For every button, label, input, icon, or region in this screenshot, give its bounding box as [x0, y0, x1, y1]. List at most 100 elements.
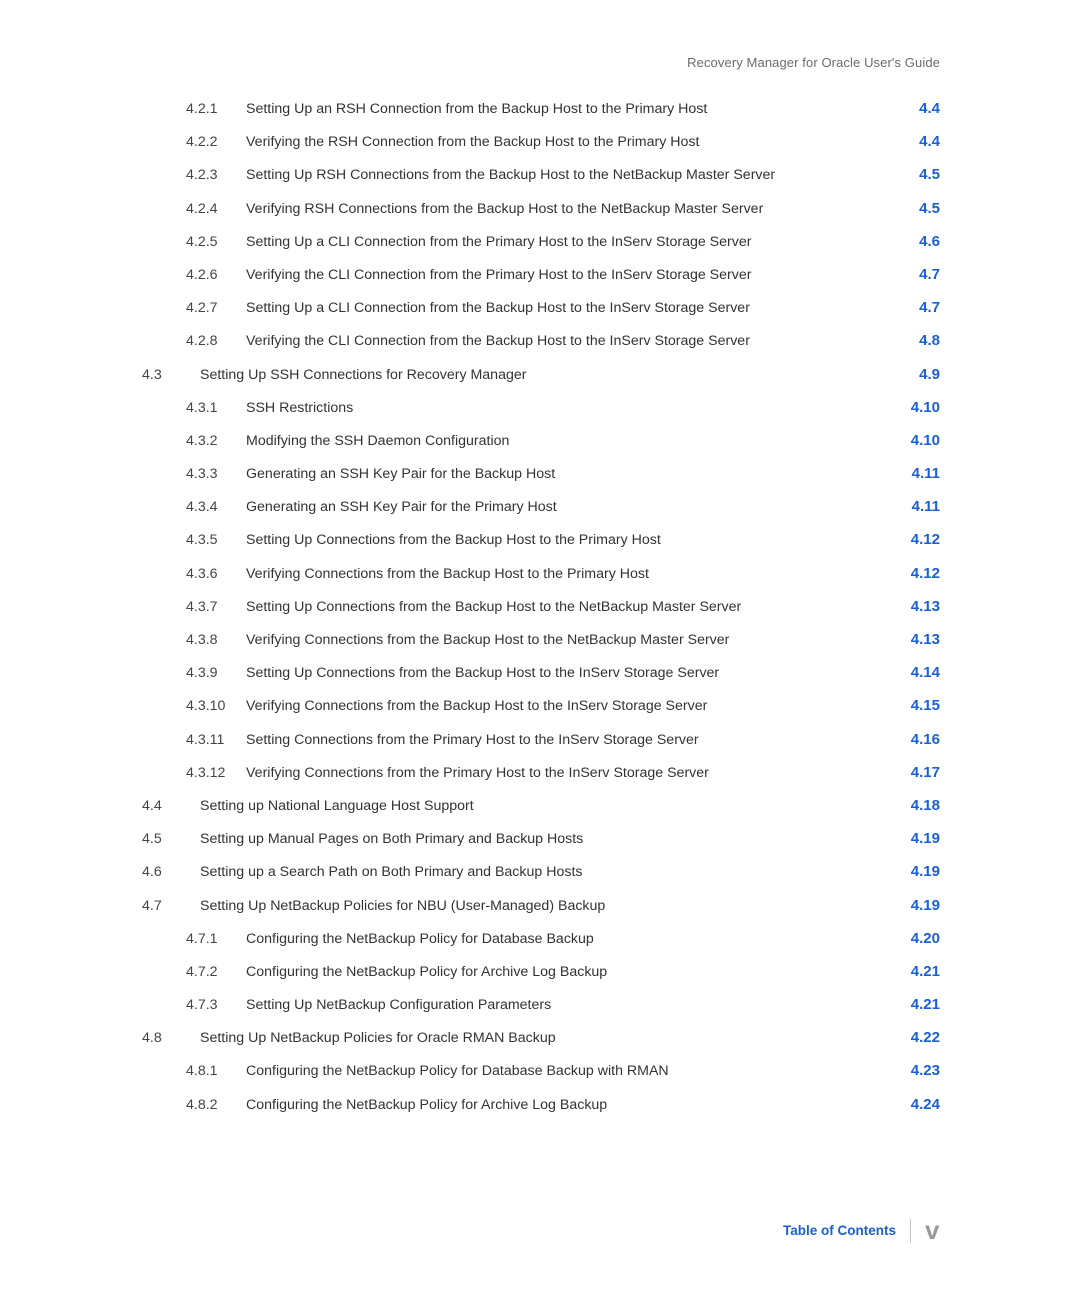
toc-entry[interactable]: 4.3Setting Up SSH Connections for Recove…	[140, 366, 940, 383]
toc-entry[interactable]: 4.3.12Verifying Connections from the Pri…	[140, 764, 940, 781]
toc-entry-title: Setting Connections from the Primary Hos…	[246, 732, 880, 748]
toc-entry[interactable]: 4.3.11Setting Connections from the Prima…	[140, 731, 940, 748]
toc-entry-title: Configuring the NetBackup Policy for Dat…	[246, 1063, 880, 1079]
toc-entry-number: 4.2.3	[186, 167, 246, 183]
toc-entry[interactable]: 4.2.8Verifying the CLI Connection from t…	[140, 332, 940, 349]
toc-entry-page: 4.22	[880, 1029, 940, 1046]
toc-entry-number: 4.3.11	[186, 732, 246, 748]
toc-entry-number: 4.2.7	[186, 300, 246, 316]
toc-entry-title: Setting Up NetBackup Policies for NBU (U…	[200, 898, 880, 914]
page-footer: Table of Contents v	[783, 1215, 940, 1246]
toc-entry-number: 4.8	[140, 1030, 200, 1046]
toc-entry[interactable]: 4.3.9Setting Up Connections from the Bac…	[140, 664, 940, 681]
toc-entry-title: Setting Up SSH Connections for Recovery …	[200, 367, 880, 383]
toc-entry-page: 4.4	[880, 100, 940, 117]
toc-entry-title: Modifying the SSH Daemon Configuration	[246, 433, 880, 449]
toc-entry-title: Setting Up an RSH Connection from the Ba…	[246, 101, 880, 117]
toc-entry[interactable]: 4.2.7Setting Up a CLI Connection from th…	[140, 299, 940, 316]
toc-entry-page: 4.7	[880, 299, 940, 316]
toc-entry[interactable]: 4.2.2Verifying the RSH Connection from t…	[140, 133, 940, 150]
toc-entry-number: 4.3.5	[186, 532, 246, 548]
toc-entry-number: 4.4	[140, 798, 200, 814]
running-header: Recovery Manager for Oracle User's Guide	[140, 55, 940, 70]
toc-entry[interactable]: 4.5Setting up Manual Pages on Both Prima…	[140, 830, 940, 847]
toc-entry-title: Verifying Connections from the Primary H…	[246, 765, 880, 781]
toc-entry-title: Setting Up a CLI Connection from the Bac…	[246, 300, 880, 316]
toc-entry-page: 4.18	[880, 797, 940, 814]
toc-entry-page: 4.4	[880, 133, 940, 150]
toc-entry[interactable]: 4.8.2Configuring the NetBackup Policy fo…	[140, 1096, 940, 1113]
toc-entry-number: 4.6	[140, 864, 200, 880]
toc-entry[interactable]: 4.2.1Setting Up an RSH Connection from t…	[140, 100, 940, 117]
toc-entry-title: Setting Up Connections from the Backup H…	[246, 665, 880, 681]
toc-entry-page: 4.9	[880, 366, 940, 383]
toc-entry-title: Setting Up Connections from the Backup H…	[246, 599, 880, 615]
toc-entry[interactable]: 4.7Setting Up NetBackup Policies for NBU…	[140, 897, 940, 914]
toc-entry-number: 4.3.12	[186, 765, 246, 781]
toc-entry[interactable]: 4.2.5Setting Up a CLI Connection from th…	[140, 233, 940, 250]
toc-entry-page: 4.16	[880, 731, 940, 748]
toc-entry[interactable]: 4.2.4Verifying RSH Connections from the …	[140, 200, 940, 217]
toc-entry-title: Generating an SSH Key Pair for the Backu…	[246, 466, 880, 482]
toc-entry[interactable]: 4.3.1SSH Restrictions4.10	[140, 399, 940, 416]
toc-entry[interactable]: 4.3.5Setting Up Connections from the Bac…	[140, 531, 940, 548]
toc-entry-number: 4.3.9	[186, 665, 246, 681]
toc-entry-title: Verifying Connections from the Backup Ho…	[246, 566, 880, 582]
toc-entry-number: 4.3.8	[186, 632, 246, 648]
toc-entry-title: Verifying the CLI Connection from the Pr…	[246, 267, 880, 283]
toc-entry[interactable]: 4.2.6Verifying the CLI Connection from t…	[140, 266, 940, 283]
toc-entry-title: Verifying the CLI Connection from the Ba…	[246, 333, 880, 349]
toc-entry[interactable]: 4.4Setting up National Language Host Sup…	[140, 797, 940, 814]
toc-entry[interactable]: 4.7.3Setting Up NetBackup Configuration …	[140, 996, 940, 1013]
toc-entry-page: 4.6	[880, 233, 940, 250]
toc-entry[interactable]: 4.3.10Verifying Connections from the Bac…	[140, 697, 940, 714]
toc-entry-page: 4.23	[880, 1062, 940, 1079]
toc-entry-number: 4.2.5	[186, 234, 246, 250]
toc-entry-title: Setting up National Language Host Suppor…	[200, 798, 880, 814]
toc-entry-page: 4.5	[880, 200, 940, 217]
toc-entry[interactable]: 4.2.3Setting Up RSH Connections from the…	[140, 166, 940, 183]
toc-entry-page: 4.19	[880, 863, 940, 880]
toc-entry-number: 4.2.4	[186, 201, 246, 217]
toc-entry-number: 4.8.1	[186, 1063, 246, 1079]
toc-entry[interactable]: 4.3.7Setting Up Connections from the Bac…	[140, 598, 940, 615]
toc-entry-title: Setting Up NetBackup Configuration Param…	[246, 997, 880, 1013]
toc-entry[interactable]: 4.3.3Generating an SSH Key Pair for the …	[140, 465, 940, 482]
toc-entry[interactable]: 4.7.1Configuring the NetBackup Policy fo…	[140, 930, 940, 947]
toc-entry-title: Generating an SSH Key Pair for the Prima…	[246, 499, 880, 515]
toc-entry-title: Verifying Connections from the Backup Ho…	[246, 632, 880, 648]
footer-section-label: Table of Contents	[783, 1223, 896, 1238]
toc-entry-page: 4.15	[880, 697, 940, 714]
toc-entry-number: 4.2.8	[186, 333, 246, 349]
toc-entry[interactable]: 4.6Setting up a Search Path on Both Prim…	[140, 863, 940, 880]
footer-page-number: v	[925, 1215, 940, 1246]
toc-entry[interactable]: 4.3.4Generating an SSH Key Pair for the …	[140, 498, 940, 515]
toc-entry[interactable]: 4.3.8Verifying Connections from the Back…	[140, 631, 940, 648]
toc-entry[interactable]: 4.8Setting Up NetBackup Policies for Ora…	[140, 1029, 940, 1046]
toc-entry-title: Setting Up a CLI Connection from the Pri…	[246, 234, 880, 250]
toc-entry-number: 4.7.1	[186, 931, 246, 947]
toc-entry-title: Verifying the RSH Connection from the Ba…	[246, 134, 880, 150]
toc-entry[interactable]: 4.3.6Verifying Connections from the Back…	[140, 565, 940, 582]
toc-entry-page: 4.12	[880, 531, 940, 548]
toc-entry-title: SSH Restrictions	[246, 400, 880, 416]
toc-entry-title: Configuring the NetBackup Policy for Dat…	[246, 931, 880, 947]
toc-entry[interactable]: 4.8.1Configuring the NetBackup Policy fo…	[140, 1062, 940, 1079]
toc-entry-page: 4.21	[880, 963, 940, 980]
toc-entry-page: 4.11	[880, 498, 940, 515]
footer-divider	[910, 1219, 911, 1243]
toc-entry-page: 4.11	[880, 465, 940, 482]
toc-entry-number: 4.3.3	[186, 466, 246, 482]
toc-entry-title: Setting Up RSH Connections from the Back…	[246, 167, 880, 183]
toc-entry-number: 4.3.1	[186, 400, 246, 416]
toc-entry[interactable]: 4.7.2Configuring the NetBackup Policy fo…	[140, 963, 940, 980]
toc-entry-page: 4.17	[880, 764, 940, 781]
toc-entry-page: 4.19	[880, 897, 940, 914]
toc-entry-title: Setting Up Connections from the Backup H…	[246, 532, 880, 548]
toc-entry-title: Setting Up NetBackup Policies for Oracle…	[200, 1030, 880, 1046]
toc-entry-page: 4.13	[880, 631, 940, 648]
toc-entry-number: 4.3.7	[186, 599, 246, 615]
toc-entry-number: 4.3	[140, 367, 200, 383]
toc-entry-title: Configuring the NetBackup Policy for Arc…	[246, 1097, 880, 1113]
toc-entry[interactable]: 4.3.2Modifying the SSH Daemon Configurat…	[140, 432, 940, 449]
